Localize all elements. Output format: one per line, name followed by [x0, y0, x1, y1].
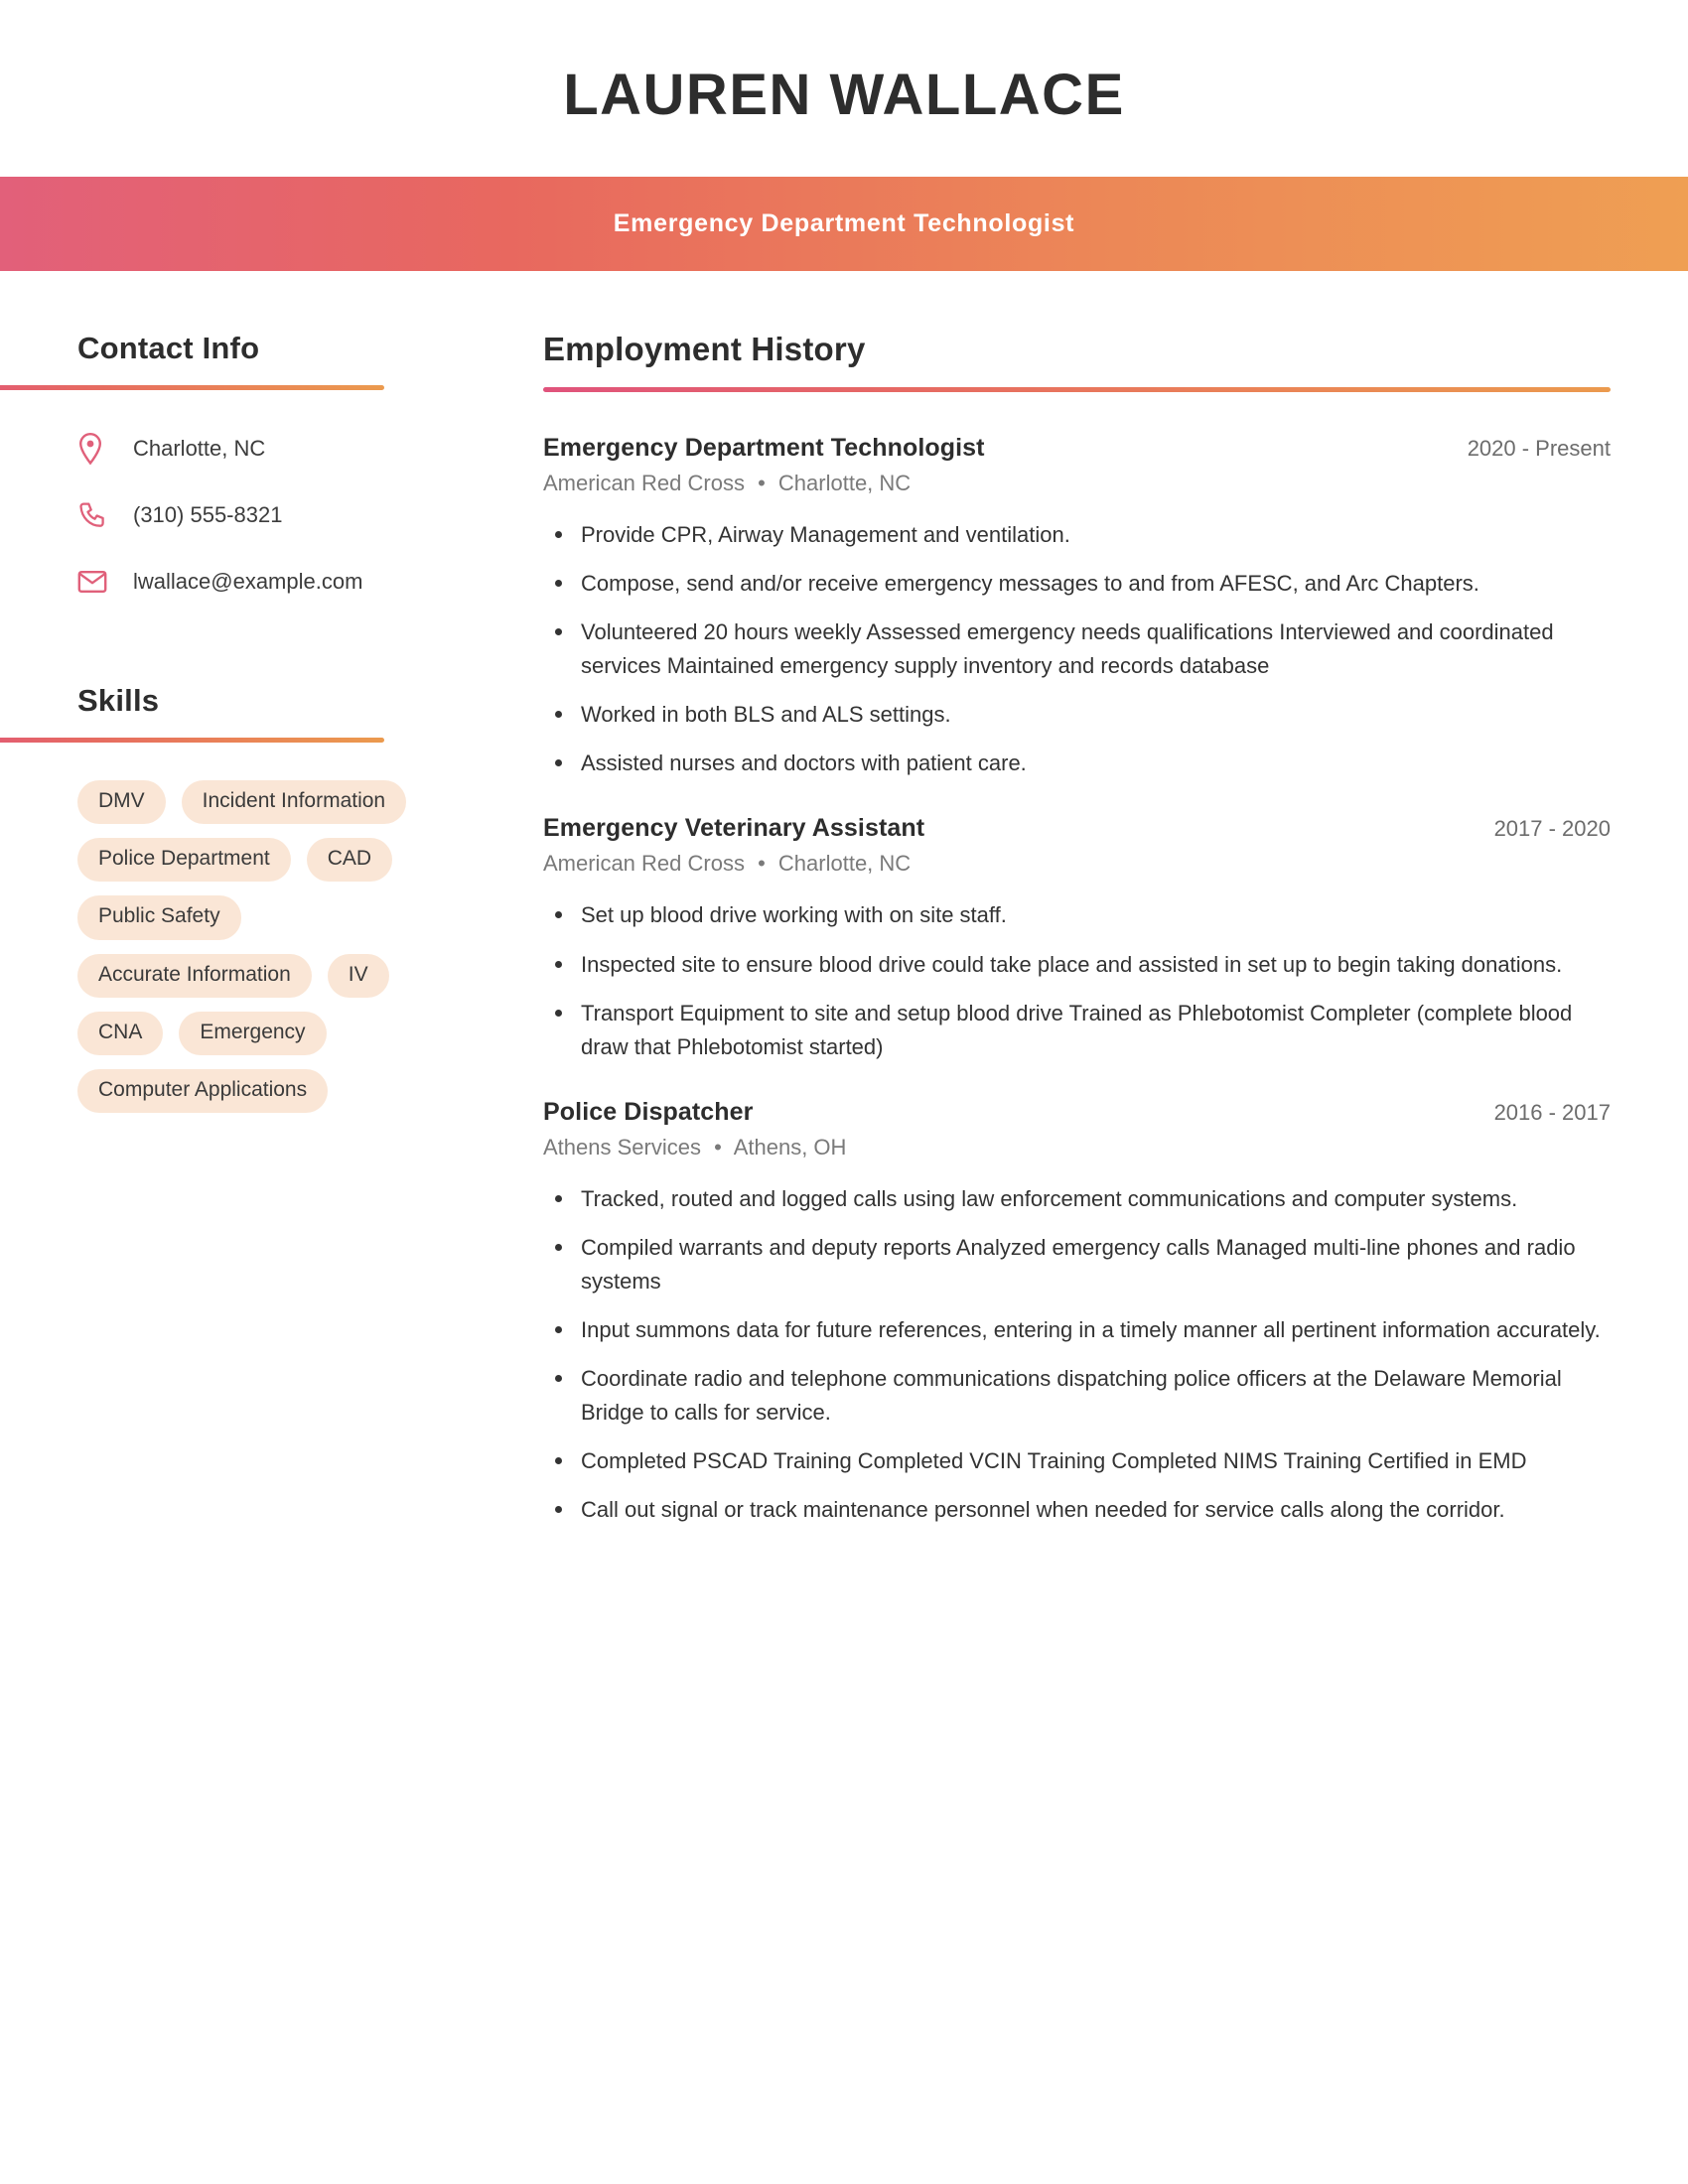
skill-chip: IV	[327, 953, 389, 998]
contact-list: Charlotte, NC (310) 555-8321 lwallace@ex…	[0, 425, 477, 606]
job-bullet: Completed PSCAD Training Completed VCIN …	[543, 1444, 1611, 1478]
contact-section-head: Contact Info	[0, 331, 477, 366]
skills-section-rule	[0, 737, 384, 743]
job-bullet: Compiled warrants and deputy reports Ana…	[543, 1231, 1611, 1298]
job-dates: 2020 - Present	[1467, 435, 1611, 461]
job-location: Charlotte, NC	[777, 470, 912, 495]
job-bullet: Worked in both BLS and ALS settings.	[543, 698, 1611, 732]
skill-chip: CNA	[77, 1011, 164, 1056]
job-meta: American Red Cross • Charlotte, NC	[543, 851, 1611, 877]
job-bullet: Assisted nurses and doctors with patient…	[543, 747, 1611, 780]
job-bullet: Input summons data for future references…	[543, 1313, 1611, 1347]
skill-chip: Computer Applications	[77, 1069, 329, 1114]
job-meta-separator: •	[758, 851, 766, 877]
skills-section-head: Skills	[0, 683, 477, 719]
job-meta: Athens Services • Athens, OH	[543, 1135, 1611, 1160]
job-bullet: Tracked, routed and logged calls using l…	[543, 1182, 1611, 1216]
contact-item-email: lwallace@example.com	[77, 558, 477, 606]
skill-chip: Incident Information	[181, 779, 407, 825]
skill-chip: Police Department	[77, 838, 291, 883]
job-company: Athens Services	[543, 1134, 701, 1160]
job-headline: Emergency Department Technologist 2020 -…	[543, 434, 1611, 463]
contact-item-phone: (310) 555-8321	[77, 491, 477, 539]
candidate-name: LAUREN WALLACE	[563, 63, 1125, 127]
contact-location-text: Charlotte, NC	[133, 435, 266, 461]
envelope-icon	[77, 570, 111, 594]
skill-chip: DMV	[77, 779, 166, 825]
job-company: American Red Cross	[543, 851, 745, 877]
job-title: Emergency Department Technologist	[543, 433, 985, 462]
skill-chip: Public Safety	[77, 895, 241, 940]
job-location: Athens, OH	[733, 1134, 847, 1160]
job-dates: 2016 - 2017	[1493, 1099, 1611, 1125]
contact-section-title: Contact Info	[77, 330, 260, 365]
skill-chip: Accurate Information	[77, 953, 312, 998]
phone-icon	[77, 500, 111, 530]
job-entry: Police Dispatcher 2016 - 2017 Athens Ser…	[543, 1098, 1611, 1528]
job-bullet: Set up blood drive working with on site …	[543, 898, 1611, 932]
resume-header: LAUREN WALLACE Emergency Department Tech…	[0, 0, 1688, 271]
job-bullet-list: Set up blood drive working with on site …	[543, 898, 1611, 1063]
job-location: Charlotte, NC	[777, 851, 912, 877]
job-title: Emergency Veterinary Assistant	[543, 814, 925, 843]
job-headline: Emergency Veterinary Assistant 2017 - 20…	[543, 814, 1611, 843]
job-bullet: Provide CPR, Airway Management and venti…	[543, 518, 1611, 552]
candidate-title-band: Emergency Department Technologist	[0, 176, 1688, 271]
job-meta: American Red Cross • Charlotte, NC	[543, 471, 1611, 496]
sidebar: Contact Info Charlotte, NC (310) 555-832…	[0, 331, 477, 1114]
skills-section-title: Skills	[77, 682, 160, 718]
employment-section-head: Employment History	[543, 331, 1611, 368]
employment-section-rule	[543, 386, 1611, 392]
job-meta-separator: •	[714, 1134, 722, 1160]
job-bullet: Compose, send and/or receive emergency m…	[543, 567, 1611, 601]
employment-job-list: Emergency Department Technologist 2020 -…	[543, 434, 1611, 1528]
skills-chip-list: DMV Incident Information Police Departme…	[0, 779, 465, 1114]
job-headline: Police Dispatcher 2016 - 2017	[543, 1098, 1611, 1127]
job-entry: Emergency Veterinary Assistant 2017 - 20…	[543, 814, 1611, 1063]
job-title: Police Dispatcher	[543, 1097, 754, 1126]
job-meta-separator: •	[758, 470, 766, 495]
contact-email-text: lwallace@example.com	[133, 568, 363, 594]
contact-item-location: Charlotte, NC	[77, 425, 477, 473]
skill-chip: Emergency	[179, 1011, 327, 1056]
main-column: Employment History Emergency Department …	[477, 331, 1688, 1562]
contact-section-rule	[0, 384, 384, 390]
job-bullet: Inspected site to ensure blood drive cou…	[543, 948, 1611, 982]
job-bullet: Call out signal or track maintenance per…	[543, 1493, 1611, 1527]
job-bullet-list: Tracked, routed and logged calls using l…	[543, 1182, 1611, 1528]
location-pin-icon	[77, 432, 111, 466]
skill-chip: CAD	[306, 838, 393, 883]
job-entry: Emergency Department Technologist 2020 -…	[543, 434, 1611, 781]
employment-section-title: Employment History	[543, 330, 866, 367]
job-bullet: Volunteered 20 hours weekly Assessed eme…	[543, 615, 1611, 683]
contact-phone-text: (310) 555-8321	[133, 501, 283, 527]
job-dates: 2017 - 2020	[1493, 816, 1611, 842]
job-bullet: Coordinate radio and telephone communica…	[543, 1362, 1611, 1430]
job-company: American Red Cross	[543, 470, 745, 495]
resume-body: Contact Info Charlotte, NC (310) 555-832…	[0, 271, 1688, 1562]
job-bullet: Transport Equipment to site and setup bl…	[543, 997, 1611, 1064]
job-bullet-list: Provide CPR, Airway Management and venti…	[543, 518, 1611, 781]
candidate-title: Emergency Department Technologist	[613, 208, 1075, 237]
